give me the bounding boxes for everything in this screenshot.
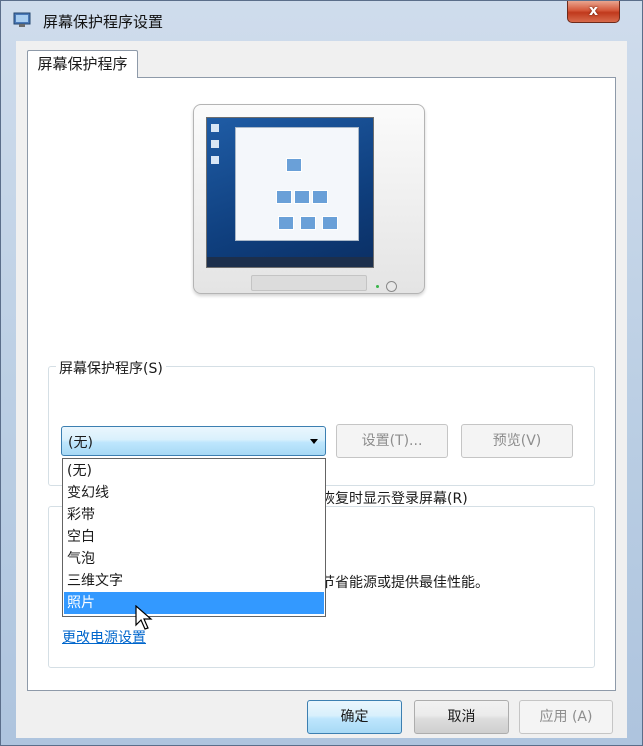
desktop-icon — [211, 156, 219, 164]
power-led-icon — [376, 285, 379, 288]
preview-screen — [206, 117, 374, 268]
power-description-text: 节省能源或提供最佳性能。 — [321, 575, 489, 591]
dropdown-option[interactable]: 彩带 — [64, 504, 324, 526]
ok-button[interactable]: 确定 — [307, 700, 402, 734]
thumbnail-image — [294, 190, 310, 204]
preview-window-thumbnail — [235, 127, 359, 241]
combo-value: (无) — [68, 435, 93, 451]
thumbnail-image — [276, 190, 292, 204]
monitor-preview — [193, 104, 425, 294]
settings-button[interactable]: 设置(T)... — [336, 424, 448, 458]
monitor-app-icon — [13, 12, 31, 28]
dropdown-option[interactable]: (无) — [64, 460, 324, 482]
dialog-client-area: 屏幕保护程序 屏幕保护程序(S) (无) 设置(T)... 预览(V) 恢复时显… — [16, 41, 627, 738]
preview-taskbar — [207, 257, 373, 267]
resume-login-label[interactable]: 恢复时显示登录屏幕(R) — [321, 488, 468, 508]
thumbnail-image — [278, 216, 294, 230]
monitor-stand — [251, 275, 367, 291]
tab-label: 屏幕保护程序 — [37, 55, 128, 73]
thumbnail-image — [286, 158, 302, 172]
cancel-button-label: 取消 — [447, 709, 476, 725]
power-button-icon — [386, 281, 397, 292]
apply-button[interactable]: 应用 (A) — [519, 700, 613, 734]
screensaver-combo[interactable]: (无) — [61, 426, 326, 456]
thumbnail-image — [322, 216, 338, 230]
close-icon: x — [588, 3, 599, 19]
mouse-pointer-icon — [135, 604, 157, 631]
change-power-settings-link[interactable]: 更改电源设置 — [62, 627, 146, 647]
ok-button-label: 确定 — [340, 709, 369, 725]
desktop-icon — [211, 124, 219, 132]
window-title: 屏幕保护程序设置 — [43, 13, 164, 31]
apply-button-label: 应用 (A) — [539, 709, 593, 725]
dropdown-option-selected[interactable]: 照片 — [64, 592, 324, 614]
dropdown-option[interactable]: 气泡 — [64, 548, 324, 570]
thumbnail-image — [312, 190, 328, 204]
preview-button[interactable]: 预览(V) — [461, 424, 573, 458]
screensaver-group-label: 屏幕保护程序(S) — [56, 358, 166, 378]
dropdown-option[interactable]: 空白 — [64, 526, 324, 548]
preview-button-label: 预览(V) — [492, 433, 542, 449]
dropdown-option[interactable]: 变幻线 — [64, 482, 324, 504]
chevron-down-icon[interactable] — [310, 439, 318, 444]
title-bar[interactable]: 屏幕保护程序设置 x — [1, 1, 642, 39]
dropdown-option[interactable]: 三维文字 — [64, 570, 324, 592]
screensaver-settings-window: 屏幕保护程序设置 x 屏幕保护程序 屏幕保护程序(S) (无) 设置(T)...… — [0, 0, 643, 746]
thumbnail-image — [300, 216, 316, 230]
tab-screensaver[interactable]: 屏幕保护程序 — [27, 50, 138, 78]
desktop-icon — [211, 140, 219, 148]
screensaver-dropdown-list: (无) 变幻线 彩带 空白 气泡 三维文字 照片 — [62, 458, 326, 617]
close-button[interactable]: x — [567, 1, 620, 23]
settings-button-label: 设置(T)... — [361, 433, 423, 449]
cancel-button[interactable]: 取消 — [414, 700, 509, 734]
